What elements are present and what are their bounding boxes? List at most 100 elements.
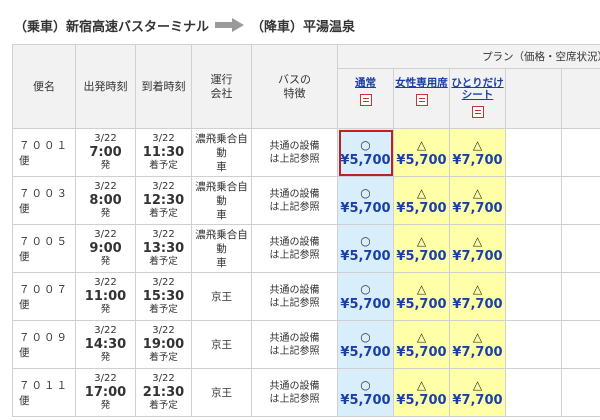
seat-option[interactable]: ○ ¥5,700 (337, 176, 394, 225)
seat-price: ¥5,700 (396, 248, 447, 264)
empty-plan-cell (560, 224, 600, 273)
plan-group-header: プラン（価格・空席状況） (336, 44, 600, 69)
col-header-operator: 運行 会社 (191, 44, 252, 129)
col-header-depart: 出発時刻 (75, 44, 136, 129)
operator-label: 濃飛乗合自動車 (195, 132, 248, 173)
operator-label: 濃飛乗合自動車 (195, 180, 248, 221)
bus-number: ７００１便 (12, 128, 76, 177)
plan-link-2[interactable]: 女性専用席 (395, 77, 449, 89)
seat-option[interactable]: ○ ¥5,700 (337, 224, 394, 273)
departure-time: 3/22 9:00 発 (75, 224, 136, 273)
features-label: 共通の設備 は上記参照 (269, 284, 320, 309)
seat-map-icon[interactable] (471, 106, 484, 118)
seat-option[interactable]: △ ¥5,700 (393, 272, 450, 321)
seat-option[interactable]: △ ¥7,700 (449, 320, 506, 369)
departure-time: 3/22 11:00 発 (75, 272, 136, 321)
time-suffix: 着予定 (149, 256, 178, 267)
arrival-time: 3/22 15:30 着予定 (135, 272, 192, 321)
departure-time: 3/22 14:30 発 (75, 320, 136, 369)
operator-name: 京王 (191, 320, 252, 369)
arrival-time: 3/22 21:30 着予定 (135, 368, 192, 417)
service-date: 3/22 (94, 133, 117, 144)
time-suffix: 発 (100, 256, 111, 267)
seat-price: ¥5,700 (396, 344, 447, 360)
availability-mark: △ (472, 233, 483, 248)
boarding-stop: （乗車）新宿高速バスターミナル (14, 19, 210, 35)
service-date: 3/22 (94, 181, 117, 192)
operator-name: 京王 (191, 272, 252, 321)
timetable: 便名 出発時刻 到着時刻 運行 会社 バスの 特徴 プラン（価格・空席状況） 通常女… (12, 44, 600, 417)
seat-option[interactable]: ○ ¥5,700 (337, 128, 394, 177)
availability-mark: ○ (360, 329, 371, 344)
seat-option[interactable]: △ ¥7,700 (449, 176, 506, 225)
table-row: ７００３便 3/22 8:00 発 3/22 12:30 着予定 濃飛乗合自動車共通の設備 は上… (12, 176, 600, 225)
availability-mark: △ (416, 185, 427, 200)
seat-price: ¥7,700 (452, 248, 503, 264)
availability-mark: △ (416, 281, 427, 296)
seat-price: ¥5,700 (340, 248, 391, 264)
time-value: 11:30 (142, 145, 185, 160)
bus-number: ７０１１便 (12, 368, 76, 417)
seat-price: ¥7,700 (452, 152, 503, 168)
seat-option[interactable]: ○ ¥5,700 (337, 320, 394, 369)
operator-label: 京王 (211, 338, 232, 351)
seat-option[interactable]: △ ¥5,700 (393, 320, 450, 369)
seat-price: ¥5,700 (340, 392, 391, 408)
plan-link-3[interactable]: ひとりだけ シート (451, 77, 505, 101)
features-label: 共通の設備 は上記参照 (269, 236, 320, 261)
availability-mark: △ (472, 329, 483, 344)
operator-label: 京王 (211, 290, 232, 303)
bus-number: ７００３便 (12, 176, 76, 225)
bus-features: 共通の設備 は上記参照 (251, 368, 338, 417)
seat-option[interactable]: △ ¥7,700 (449, 224, 506, 273)
bus-number: ７００９便 (12, 320, 76, 369)
seat-price: ¥7,700 (452, 296, 503, 312)
empty-plan-cell (560, 320, 600, 369)
service-date: 3/22 (152, 373, 175, 384)
time-value: 9:00 (89, 241, 122, 256)
arrival-time: 3/22 11:30 着予定 (135, 128, 192, 177)
time-suffix: 着予定 (149, 400, 178, 411)
seat-price: ¥7,700 (452, 344, 503, 360)
availability-mark: △ (416, 329, 427, 344)
operator-name: 濃飛乗合自動車 (191, 224, 252, 273)
col-header-bus: 便名 (12, 44, 76, 129)
operator-label: 京王 (211, 386, 232, 399)
features-label: 共通の設備 は上記参照 (269, 332, 320, 357)
time-value: 15:30 (142, 289, 185, 304)
seat-option[interactable]: △ ¥5,700 (393, 368, 450, 417)
time-suffix: 発 (100, 160, 111, 171)
time-value: 19:00 (142, 337, 185, 352)
availability-mark: △ (472, 377, 483, 392)
seat-option[interactable]: ○ ¥5,700 (337, 368, 394, 417)
seat-map-icon[interactable] (359, 94, 372, 106)
seat-option[interactable]: △ ¥7,700 (449, 128, 506, 177)
plan-header-empty (505, 68, 562, 129)
seat-option[interactable]: △ ¥5,700 (393, 224, 450, 273)
empty-plan-cell (560, 368, 600, 417)
seat-option[interactable]: △ ¥7,700 (449, 368, 506, 417)
seat-price: ¥5,700 (340, 152, 391, 168)
seat-option[interactable]: △ ¥5,700 (393, 176, 450, 225)
availability-mark: ○ (360, 281, 371, 296)
empty-plan-cell (505, 320, 562, 369)
features-label: 共通の設備 は上記参照 (269, 380, 320, 405)
availability-mark: △ (416, 137, 427, 152)
seat-option[interactable]: △ ¥5,700 (393, 128, 450, 177)
seat-map-icon[interactable] (415, 94, 428, 106)
seat-option[interactable]: △ ¥7,700 (449, 272, 506, 321)
route-header: （乗車）新宿高速バスターミナル （降車）平湯温泉 (14, 14, 355, 36)
operator-name: 京王 (191, 368, 252, 417)
time-suffix: 発 (100, 208, 111, 219)
time-value: 7:00 (89, 145, 122, 160)
seat-option[interactable]: ○ ¥5,700 (337, 272, 394, 321)
availability-mark: △ (472, 281, 483, 296)
plan-header-empty (560, 68, 600, 129)
operator-label: 濃飛乗合自動車 (195, 228, 248, 269)
plan-link-1[interactable]: 通常 (339, 77, 393, 89)
arrival-time: 3/22 12:30 着予定 (135, 176, 192, 225)
service-date: 3/22 (152, 229, 175, 240)
availability-mark: △ (472, 137, 483, 152)
service-date: 3/22 (94, 373, 117, 384)
availability-mark: ○ (360, 233, 371, 248)
